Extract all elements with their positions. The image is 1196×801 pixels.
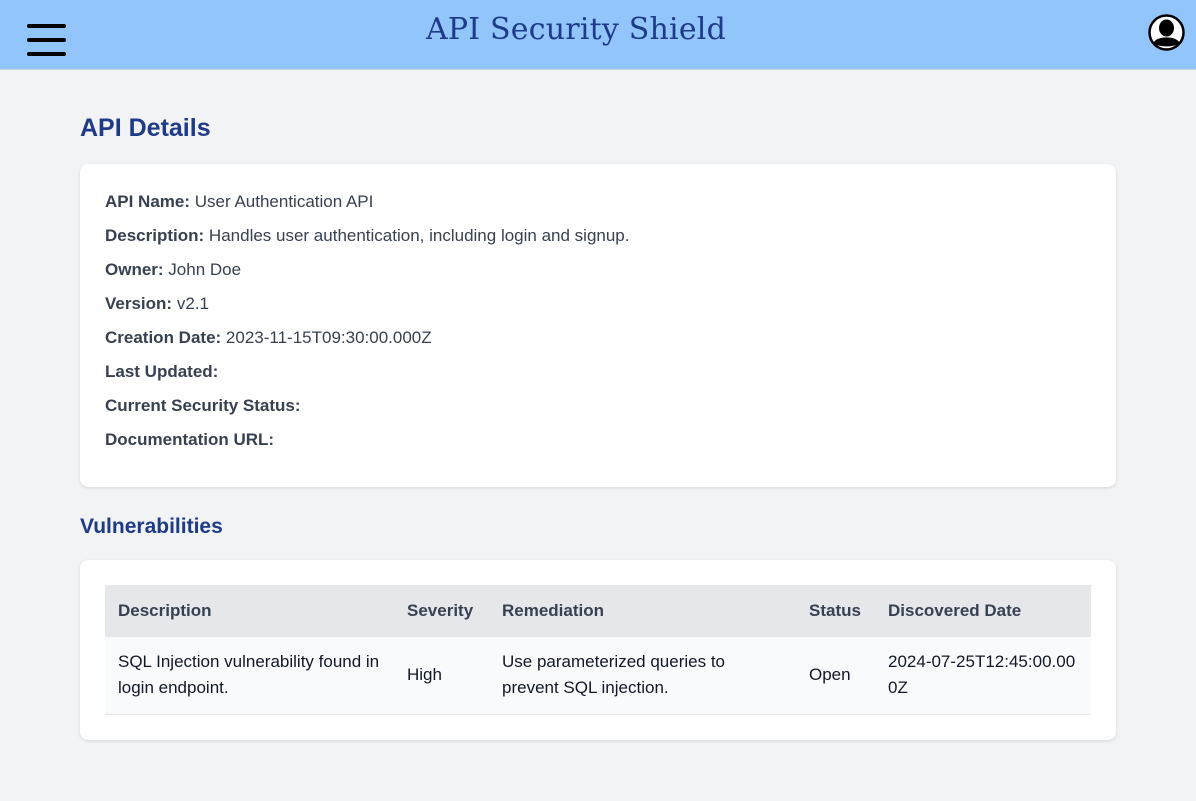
detail-creation-date: Creation Date: 2023-11-15T09:30:00.000Z: [105, 328, 432, 348]
table-row: SQL Injection vulnerability found in log…: [105, 637, 1091, 714]
detail-last-updated: Last Updated:: [105, 362, 218, 382]
detail-owner: Owner: John Doe: [105, 260, 241, 280]
column-header-discovered-date: Discovered Date: [888, 601, 1022, 620]
detail-documentation-url: Documentation URL:: [105, 430, 274, 450]
cell-status: Open: [809, 665, 851, 685]
detail-label: Version:: [105, 294, 173, 313]
detail-label: Current Security Status:: [105, 396, 301, 415]
app-title: API Security Shield: [426, 12, 726, 47]
detail-label: Owner:: [105, 260, 164, 279]
detail-value: John Doe: [168, 260, 242, 279]
detail-label: Documentation URL:: [105, 430, 275, 449]
detail-label: Description:: [105, 226, 205, 245]
detail-description: Description: Handles user authentication…: [105, 226, 630, 246]
detail-label: Last Updated:: [105, 362, 219, 381]
cell-remediation: Use parameterized queries to prevent SQL…: [502, 652, 726, 698]
column-header-remediation: Remediation: [502, 601, 605, 620]
detail-value: Handles user authentication, including l…: [208, 226, 630, 245]
detail-value: User Authentication API: [194, 192, 374, 211]
cell-discovered-date: 2024-07-25T12:45:00.000Z: [888, 652, 1076, 698]
detail-version: Version: v2.1: [105, 294, 209, 314]
detail-security-status: Current Security Status:: [105, 396, 301, 416]
vulnerabilities-table: Description Severity Remediation Status …: [105, 585, 1091, 715]
vulnerabilities-card: Description Severity Remediation Status …: [80, 560, 1116, 740]
user-avatar-icon[interactable]: [1148, 14, 1185, 51]
detail-label: Creation Date:: [105, 328, 222, 347]
detail-api-name: API Name: User Authentication API: [105, 192, 373, 212]
table-header-row: Description Severity Remediation Status …: [105, 585, 1091, 637]
column-header-severity: Severity: [407, 601, 474, 620]
column-header-status: Status: [809, 601, 861, 620]
detail-label: API Name:: [105, 192, 191, 211]
api-details-card: API Name: User Authentication API Descri…: [80, 164, 1116, 487]
api-details-heading: API Details: [80, 114, 211, 142]
detail-value: v2.1: [176, 294, 209, 313]
top-bar: API Security Shield: [0, 0, 1196, 70]
cell-description: SQL Injection vulnerability found in log…: [118, 652, 380, 698]
detail-value: 2023-11-15T09:30:00.000Z: [225, 328, 432, 347]
cell-severity: High: [407, 665, 442, 685]
vulnerabilities-heading: Vulnerabilities: [80, 515, 223, 538]
column-header-description: Description: [118, 601, 212, 620]
menu-line: [27, 52, 66, 56]
